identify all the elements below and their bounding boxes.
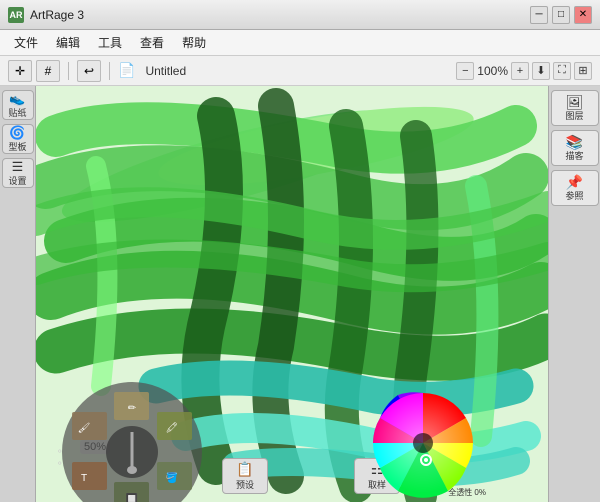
toolbar-separator-2 (109, 62, 110, 80)
settings-label: 设置 (8, 176, 26, 187)
tool-wheel[interactable]: 🖌 ✏ 🖍 🪣 🔲 T ⚬ ⚬ (52, 372, 212, 502)
app-icon: AR (8, 7, 24, 23)
zoom-in-button[interactable]: + (511, 62, 529, 80)
trace-label: 描客 (565, 151, 583, 163)
svg-text:🖌: 🖌 (78, 422, 91, 434)
document-name: Untitled (145, 64, 186, 78)
alpha-label: 全透性 0% (448, 487, 486, 498)
sticker-tool[interactable]: 👟 贴纸 (2, 90, 34, 120)
main-area: 👟 贴纸 🌀 型板 ☰ 设置 (0, 86, 600, 502)
toolbar: ✛ # ↩ 📄 Untitled − 100% + ⬇ ⛶ ⊞ (0, 56, 600, 86)
preview-icon: 📋 (236, 461, 253, 478)
move-tool-button[interactable]: ✛ (8, 60, 32, 82)
reference-label: 参照 (565, 191, 583, 203)
left-panel: 👟 贴纸 🌀 型板 ☰ 设置 (0, 86, 36, 502)
trace-tool[interactable]: 📚 描客 (551, 130, 599, 166)
maximize-button[interactable]: □ (552, 6, 570, 24)
preview-label: 预设 (236, 478, 254, 491)
grid-button[interactable]: # (36, 60, 60, 82)
trace-icon: 📚 (566, 133, 583, 151)
svg-text:⚬: ⚬ (56, 446, 64, 456)
tool-wheel-svg: 🖌 ✏ 🖍 🪣 🔲 T ⚬ ⚬ (52, 372, 212, 502)
sticker-icon: 👟 (9, 91, 25, 107)
svg-text:🪣: 🪣 (166, 471, 178, 484)
export-button[interactable]: ⬇ (532, 62, 550, 80)
reference-icon: 📌 (566, 173, 583, 191)
menu-view[interactable]: 查看 (132, 32, 172, 53)
fullscreen-button[interactable]: ⛶ (553, 62, 571, 80)
menu-bar: 文件 编辑 工具 查看 帮助 (0, 30, 600, 56)
settings-icon: ☰ (12, 159, 24, 175)
preview-button[interactable]: 📋 预设 (222, 458, 268, 494)
template-icon: 🌀 (9, 125, 25, 141)
undo-button[interactable]: ↩ (77, 60, 101, 82)
window-controls: ─ □ ✕ (530, 6, 592, 24)
toolbar-separator-1 (68, 62, 69, 80)
layers-tool[interactable]: 🖼 图层 (551, 90, 599, 126)
title-bar: AR ArtRage 3 ─ □ ✕ (0, 0, 600, 30)
zoom-value: 100% (477, 64, 508, 78)
minimize-button[interactable]: ─ (530, 6, 548, 24)
right-panel: 🖼 图层 📚 描客 📌 参照 (548, 86, 600, 502)
zoom-control: − 100% + ⬇ ⛶ ⊞ (456, 62, 592, 80)
color-wheel-svg (358, 388, 488, 498)
settings-tool[interactable]: ☰ 设置 (2, 158, 34, 188)
window-title: ArtRage 3 (30, 8, 530, 22)
template-tool[interactable]: 🌀 型板 (2, 124, 34, 154)
layers-icon: 🖼 (566, 93, 584, 111)
sticker-label: 贴纸 (8, 108, 26, 119)
svg-text:✏: ✏ (128, 403, 137, 414)
more-button[interactable]: ⊞ (574, 62, 592, 80)
menu-help[interactable]: 帮助 (174, 32, 214, 53)
menu-file[interactable]: 文件 (6, 32, 46, 53)
zoom-out-button[interactable]: − (456, 62, 474, 80)
svg-text:🔲: 🔲 (126, 492, 138, 502)
close-button[interactable]: ✕ (574, 6, 592, 24)
color-wheel-container[interactable]: 全透性 0% (358, 388, 488, 498)
svg-text:T: T (81, 473, 87, 484)
canvas-area[interactable]: 50% (36, 86, 548, 502)
svg-text:🖍: 🖍 (166, 422, 179, 434)
layers-label: 图层 (565, 111, 583, 123)
doc-icon: 📄 (118, 62, 135, 79)
reference-tool[interactable]: 📌 参照 (551, 170, 599, 206)
template-label: 型板 (8, 142, 26, 153)
menu-tools[interactable]: 工具 (90, 32, 130, 53)
menu-edit[interactable]: 编辑 (48, 32, 88, 53)
svg-text:⚬: ⚬ (56, 458, 64, 468)
